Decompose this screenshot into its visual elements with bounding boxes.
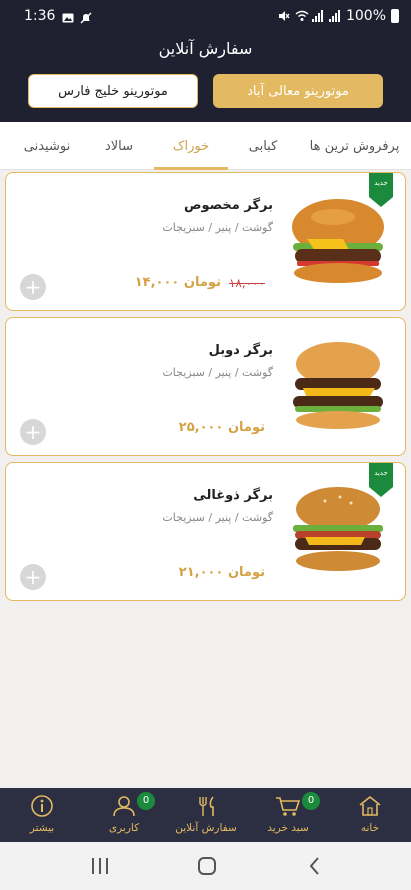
tab-kebab[interactable]: کبابی [228,122,298,170]
add-to-cart-button[interactable]: + [20,274,46,300]
branch-button-active[interactable]: موتورینو معالی آباد [213,74,383,108]
nav-item-more[interactable]: بیشتر [1,788,83,842]
nav-item-online-order[interactable]: سفارش آنلاین [165,788,247,842]
home-button-icon[interactable] [195,855,219,877]
tab-salad[interactable]: سالاد [84,122,154,170]
nav-label: بیشتر [29,822,55,834]
app-header: سفارش آنلاین [0,34,411,66]
product-card[interactable]: جدید برگر مخصوص گوشت / پنیر / سبزیجات ۱۴… [5,172,406,311]
signal-icon [328,10,341,22]
nav-item-cart[interactable]: 0 سبد خرید [247,788,329,842]
product-card[interactable]: جدید برگر ذوغالی گوشت / پنیر / سبزیجات ۲… [5,462,406,601]
bottom-navigation: خانه 0 سبد خرید سفارش آنلاین 0 کاربری بی… [0,788,411,842]
nav-label: کاربری [108,822,140,834]
info-icon [24,794,60,818]
category-tabs: پرفروش ترین ها کبابی خوراک سالاد نوشیدنی [0,122,411,170]
product-ingredients: گوشت / پنیر / سبزیجات [162,366,273,379]
burger-image [285,340,391,434]
product-card[interactable]: برگر دوبل گوشت / پنیر / سبزیجات ۲۵,۰۰۰ ت… [5,317,406,456]
mute-notification-icon [80,9,92,24]
tab-food[interactable]: خوراک [154,122,228,170]
battery-percent: 100% [345,8,386,24]
product-name: برگر ذوغالی [193,488,273,503]
nav-label: سبد خرید [267,822,309,834]
tab-drinks[interactable]: نوشیدنی [10,122,84,170]
add-to-cart-button[interactable]: + [20,419,46,445]
gallery-icon [62,9,74,23]
page-title: سفارش آنلاین [158,39,253,58]
product-old-price: ۱۸,۰۰۰ [228,275,265,290]
cart-badge: 0 [302,792,320,810]
signal-icon [311,10,324,22]
active-tab-indicator [154,167,228,170]
account-badge: 0 [137,792,155,810]
product-price: ۱۴,۰۰۰ تومان [134,275,221,290]
product-name: برگر دوبل [208,343,273,358]
system-navigation-bar [0,842,411,890]
cutlery-icon [188,794,224,818]
status-bar: 1:36 100% [0,0,411,34]
tab-best-sellers[interactable]: پرفروش ترین ها [298,122,411,170]
wifi-icon [295,10,309,22]
branch-button-inactive[interactable]: موتورینو خلیج فارس [28,74,198,108]
add-to-cart-button[interactable]: + [20,564,46,590]
branch-selector: موتورینو معالی آباد موتورینو خلیج فارس [0,66,411,122]
nav-label: سفارش آنلاین [175,822,237,834]
product-name: برگر مخصوص [183,198,273,213]
product-price: ۲۱,۰۰۰ تومان [178,565,265,580]
battery-icon [391,9,399,23]
product-ingredients: گوشت / پنیر / سبزیجات [162,221,273,234]
status-time: 1:36 [24,8,56,24]
cart-icon [270,794,306,818]
product-ingredients: گوشت / پنیر / سبزیجات [162,511,273,524]
back-icon[interactable] [303,855,327,877]
product-price: ۲۵,۰۰۰ تومان [178,420,265,435]
nav-item-account[interactable]: 0 کاربری [83,788,165,842]
recent-apps-icon[interactable] [88,855,112,877]
mute-icon [278,10,290,22]
nav-item-home[interactable]: خانه [329,788,411,842]
burger-image [285,485,391,579]
nav-label: خانه [360,822,380,834]
burger-image [285,195,391,289]
home-icon [352,794,388,818]
